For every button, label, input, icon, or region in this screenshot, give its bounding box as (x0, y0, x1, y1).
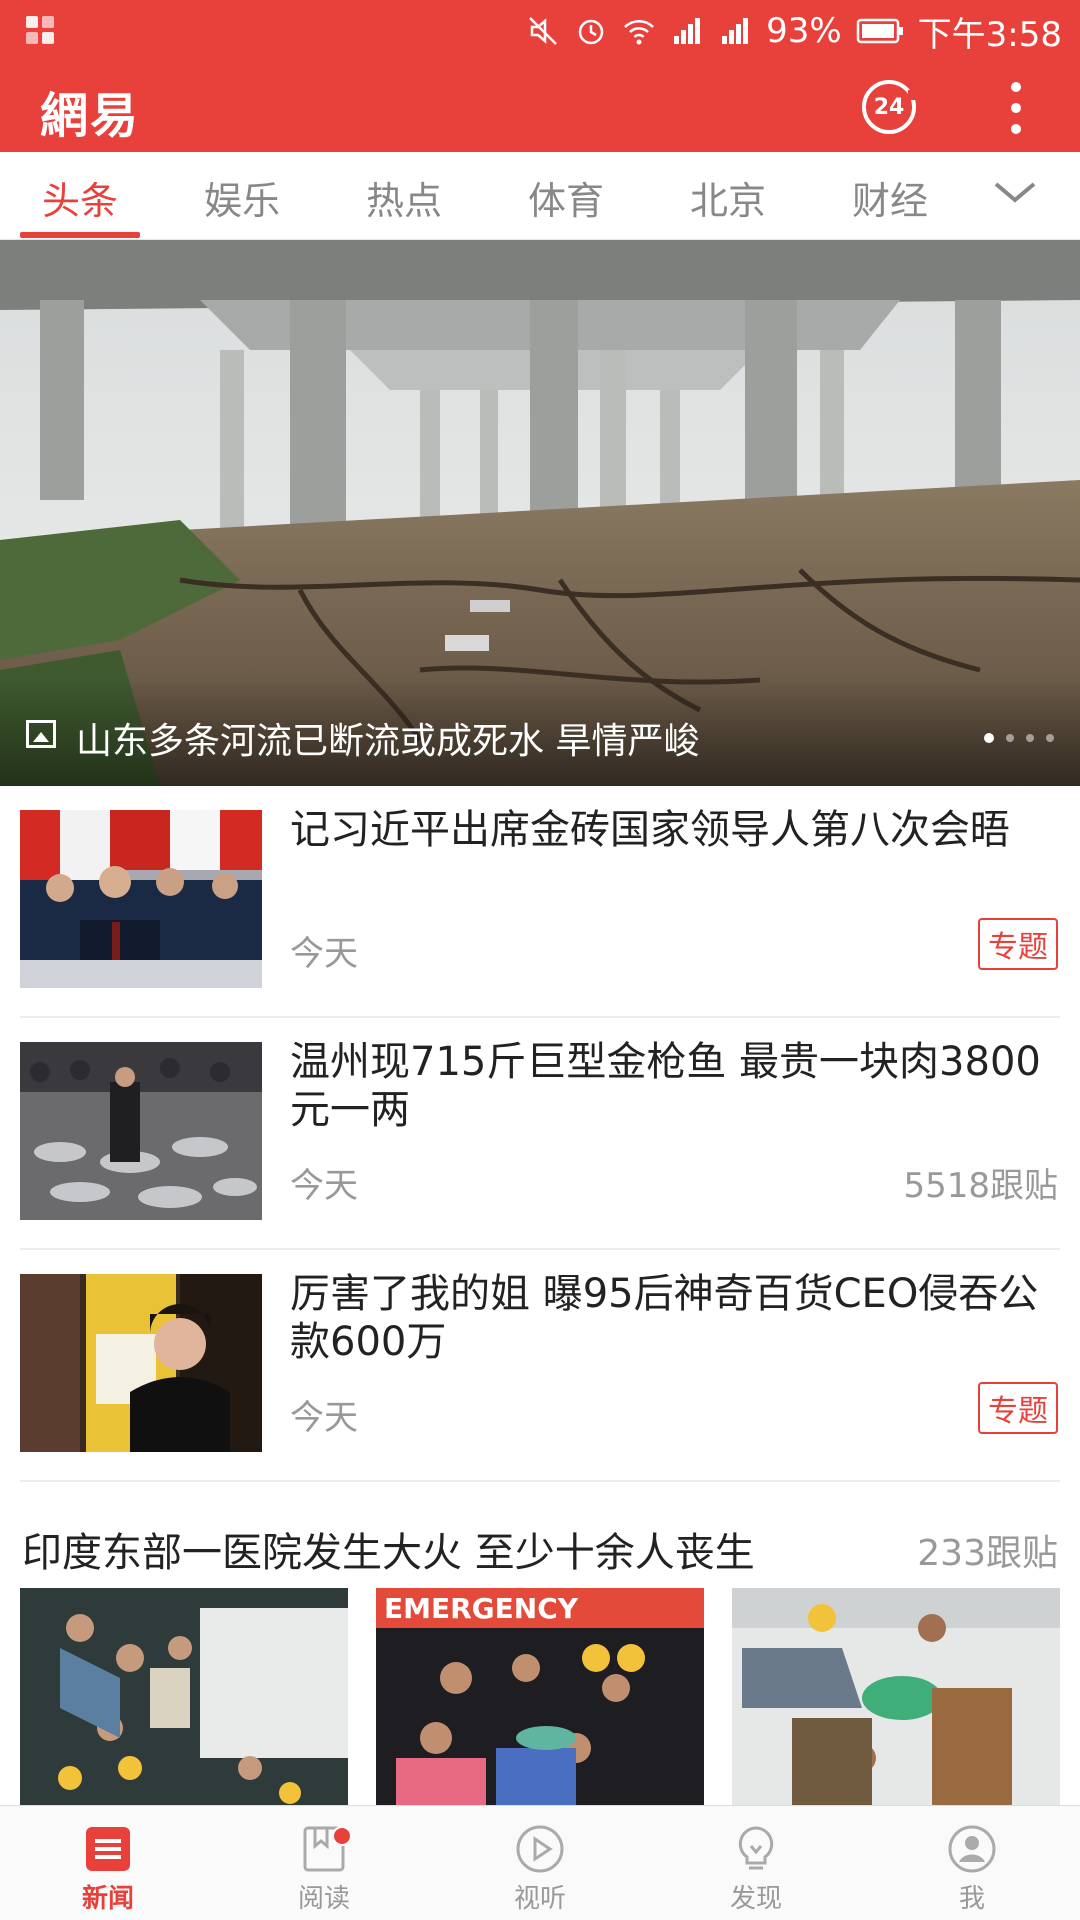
tab-headlines[interactable]: 头条 (42, 170, 118, 225)
nav-label: 阅读 (297, 1884, 350, 1914)
battery-percent: 93% (766, 11, 842, 51)
comment-count: 5518跟贴 (903, 1166, 1058, 1206)
news-title: 厉害了我的姐 曝95后神奇百货CEO侵吞公款600万 (290, 1271, 1039, 1365)
play-icon (516, 1825, 564, 1873)
alarm-icon (578, 19, 604, 45)
hero-banner[interactable]: 山东多条河流已断流或成死水 旱情严峻 (0, 240, 1080, 786)
tab-entertainment[interactable]: 娱乐 (204, 170, 280, 225)
user-icon (948, 1825, 996, 1873)
news-item[interactable]: 厉害了我的姐 曝95后神奇百货CEO侵吞公款600万 今天 专题 (0, 1250, 1080, 1482)
news-icon (86, 1827, 130, 1871)
more-menu-icon[interactable] (1006, 82, 1026, 134)
tab-sports[interactable]: 体育 (528, 170, 604, 225)
signal-icon-1 (674, 18, 701, 44)
nav-label: 新闻 (81, 1884, 134, 1914)
channel-tabs: 头条 娱乐 热点 体育 北京 财经 (0, 152, 1080, 240)
tab-beijing[interactable]: 北京 (690, 170, 766, 225)
news-thumbnail (20, 810, 262, 988)
nav-reading[interactable]: 阅读 (249, 1806, 399, 1920)
wifi-icon (624, 20, 654, 45)
gallery-photo (20, 1588, 348, 1805)
battery-icon (856, 18, 903, 44)
gallery-icon (26, 720, 56, 748)
nav-label: 我 (958, 1884, 985, 1914)
news-time: 今天 (290, 1166, 358, 1206)
app-grid-icon (26, 16, 56, 46)
nav-video[interactable]: 视听 (465, 1806, 615, 1920)
mute-icon (529, 17, 557, 45)
news-time: 今天 (290, 1398, 358, 1438)
status-bar: 93% 下午3:58 (0, 0, 1080, 62)
nav-news[interactable]: 新闻 (33, 1806, 183, 1920)
carousel-indicator (984, 733, 1054, 743)
nav-label: 视听 (513, 1884, 566, 1914)
svg-text:EMERGENCY: EMERGENCY (384, 1592, 579, 1625)
news-time: 今天 (290, 934, 358, 974)
signal-icon-2 (722, 18, 749, 44)
chevron-down-icon[interactable] (990, 172, 1040, 212)
notification-dot (332, 1826, 352, 1846)
history-24h-button[interactable]: 24 (862, 80, 918, 134)
bottom-navigation: 新闻 阅读 视听 发现 我 (0, 1805, 1080, 1920)
nav-discover[interactable]: 发现 (681, 1806, 831, 1920)
news-item[interactable]: 温州现715斤巨型金枪鱼 最贵一块肉3800元一两 今天 5518跟贴 (0, 1018, 1080, 1250)
topic-badge: 专题 (978, 1382, 1058, 1434)
news-title: 温州现715斤巨型金枪鱼 最贵一块肉3800元一两 (290, 1039, 1041, 1133)
gallery-news-item[interactable]: 印度东部一医院发生大火 至少十余人丧生 233跟贴 EMERGENCY (0, 1500, 1080, 1805)
bulb-icon (738, 1826, 774, 1870)
news-title: 记习近平出席金砖国家领导人第八次会晤 (290, 807, 1010, 853)
topic-badge: 专题 (978, 918, 1058, 970)
news-thumbnail (20, 1274, 262, 1452)
news-thumbnail (20, 1042, 262, 1220)
nav-profile[interactable]: 我 (897, 1806, 1047, 1920)
gallery-photo (732, 1588, 1060, 1805)
netease-logo: 網易 (40, 88, 141, 144)
news-item[interactable]: 记习近平出席金砖国家领导人第八次会晤 今天 专题 (0, 786, 1080, 1018)
tab-hot[interactable]: 热点 (366, 170, 442, 225)
nav-label: 发现 (729, 1884, 782, 1914)
app-header: 網易 24 (0, 62, 1080, 152)
news-title: 印度东部一医院发生大火 至少十余人丧生 (22, 1530, 755, 1576)
gallery-photo: EMERGENCY (376, 1588, 704, 1805)
clock: 下午3:58 (917, 14, 1062, 55)
active-tab-indicator (20, 232, 140, 238)
comment-count: 233跟贴 (917, 1533, 1058, 1574)
tab-finance[interactable]: 财经 (852, 170, 928, 225)
hero-title: 山东多条河流已断流或成死水 旱情严峻 (76, 721, 700, 762)
